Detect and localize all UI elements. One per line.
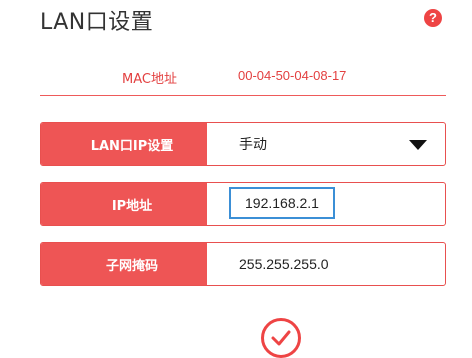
checkmark-icon xyxy=(271,330,291,346)
dropdown-arrow-icon[interactable] xyxy=(409,140,427,150)
subnet-mask-row: 子网掩码 255.255.255.0 xyxy=(40,242,446,286)
mac-address-value: 00-04-50-04-08-17 xyxy=(238,68,347,83)
lan-ip-mode-row: LAN口IP设置 手动 xyxy=(40,122,446,166)
confirm-button[interactable] xyxy=(261,318,301,358)
ip-address-row: IP地址 192.168.2.1 xyxy=(40,182,446,226)
lan-ip-mode-select[interactable]: 手动 xyxy=(207,123,445,165)
subnet-mask-label: 子网掩码 xyxy=(41,243,207,285)
mac-address-label: MAC地址 xyxy=(122,72,177,87)
help-question-icon[interactable]: ? xyxy=(424,9,442,27)
lan-ip-mode-value: 手动 xyxy=(239,136,267,152)
page-title: LAN口设置 xyxy=(40,10,154,35)
ip-address-input[interactable]: 192.168.2.1 xyxy=(229,187,335,219)
subnet-mask-input[interactable]: 255.255.255.0 xyxy=(207,243,445,285)
lan-ip-mode-label: LAN口IP设置 xyxy=(41,123,207,165)
divider xyxy=(40,95,446,96)
ip-address-field: 192.168.2.1 xyxy=(207,183,445,225)
ip-address-label: IP地址 xyxy=(41,183,207,225)
